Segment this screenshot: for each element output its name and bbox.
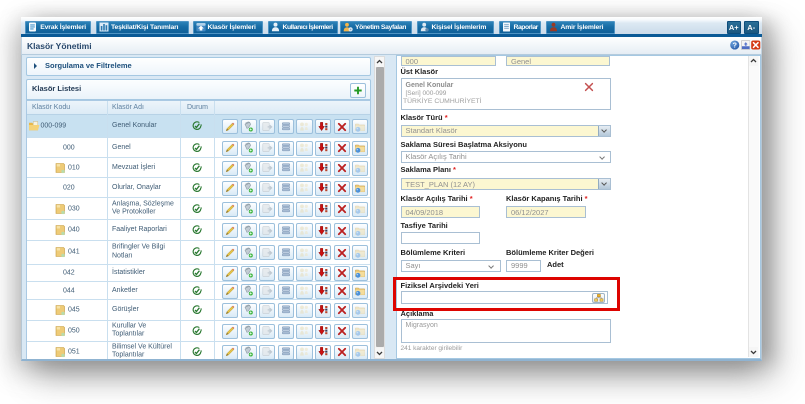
svg-text:?: ?: [733, 41, 737, 49]
